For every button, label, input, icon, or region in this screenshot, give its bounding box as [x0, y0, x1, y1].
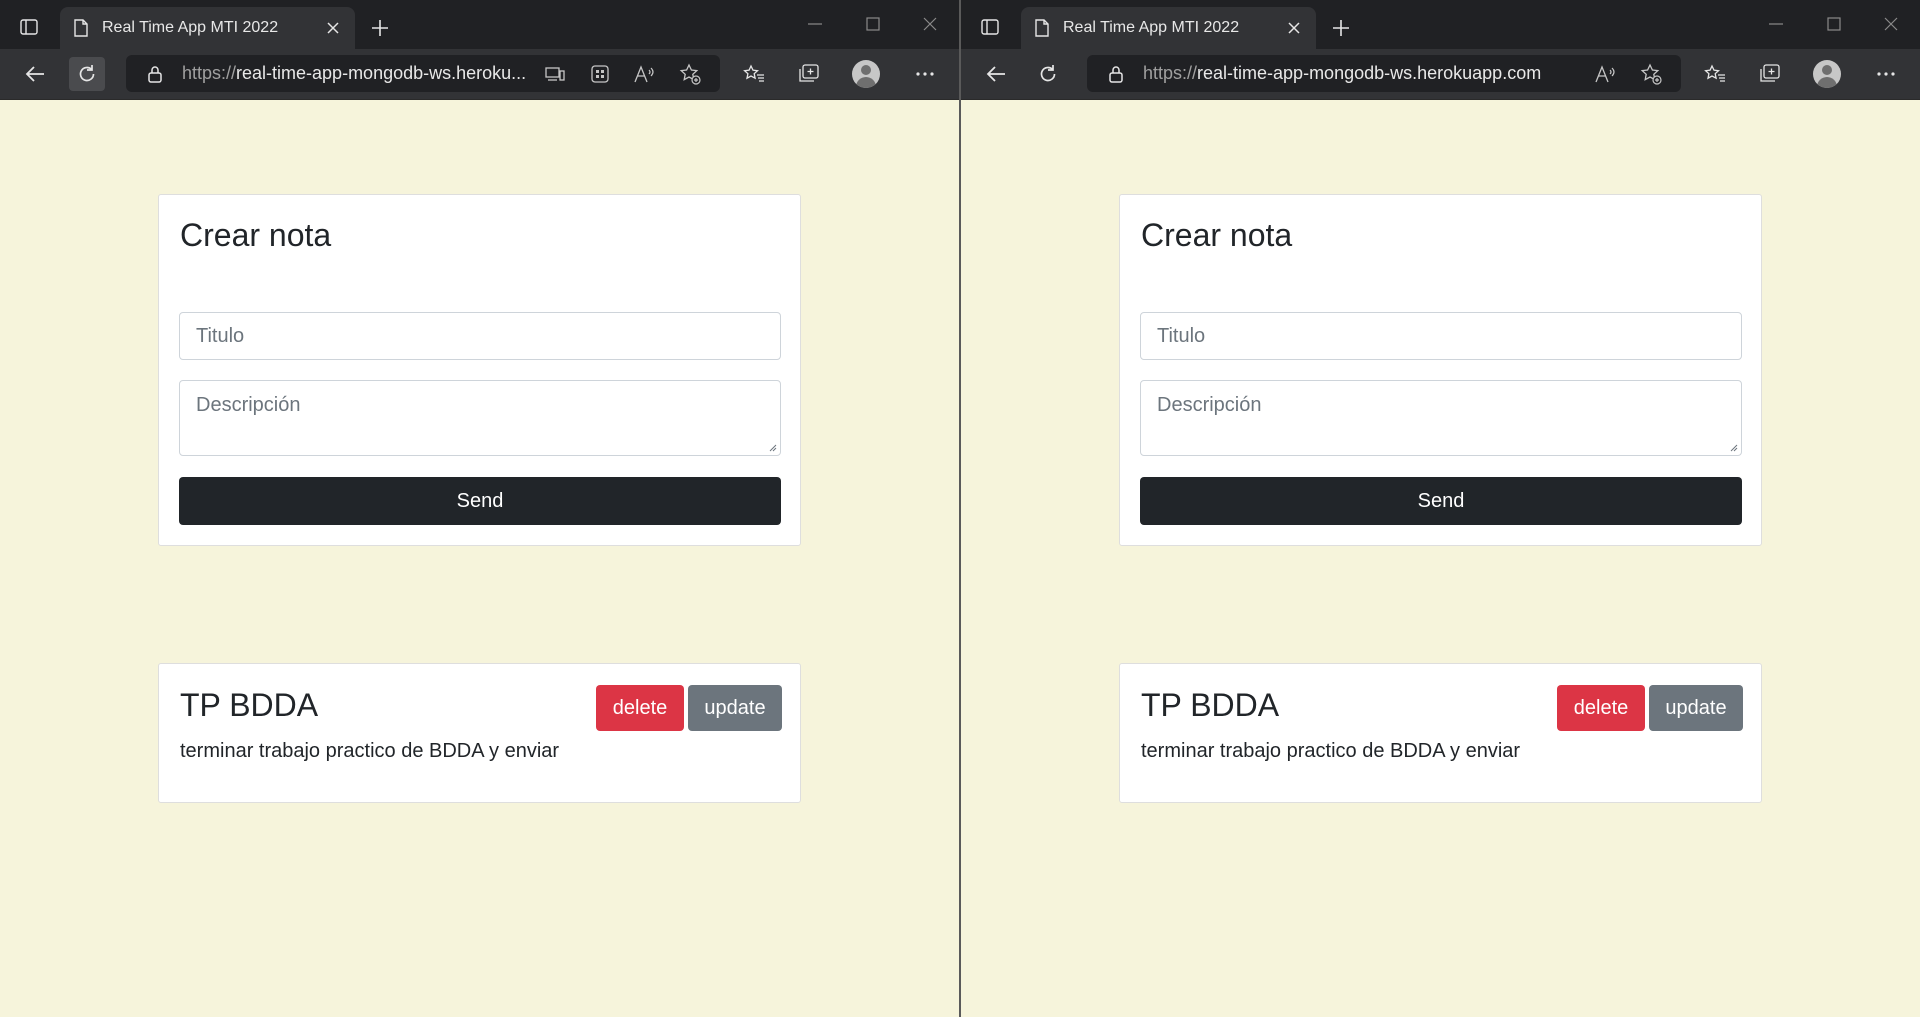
note-title: TP BDDA [180, 687, 319, 723]
lock-icon[interactable] [148, 65, 162, 83]
send-button[interactable]: Send [1140, 477, 1742, 525]
page-viewport: Crear nota Titulo Descripción Send TP BD… [961, 100, 1920, 1017]
browser-tab[interactable]: Real Time App MTI 2022 [1021, 7, 1316, 49]
title-input[interactable]: Titulo [1140, 312, 1742, 360]
add-favorite-icon[interactable] [1638, 61, 1664, 87]
add-favorite-icon[interactable] [677, 61, 703, 87]
tab-title: Real Time App MTI 2022 [1063, 19, 1240, 36]
url-text: https://real-time-app-mongodb-ws.heroku.… [182, 63, 527, 83]
close-icon[interactable] [319, 14, 347, 42]
form-title: Crear nota [1141, 217, 1293, 253]
favorites-icon[interactable] [1697, 57, 1733, 91]
send-button[interactable]: Send [179, 477, 781, 525]
tab-title: Real Time App MTI 2022 [102, 19, 279, 36]
address-bar[interactable]: https://real-time-app-mongodb-ws.herokua… [1087, 55, 1681, 92]
apps-icon[interactable] [587, 61, 613, 87]
window-close-icon[interactable] [1871, 10, 1911, 38]
description-textarea[interactable]: Descripción [1140, 380, 1742, 456]
window-close-icon[interactable] [910, 10, 950, 38]
back-arrow-icon[interactable] [978, 57, 1014, 91]
delete-button[interactable]: delete [596, 685, 684, 731]
url-text: https://real-time-app-mongodb-ws.herokua… [1143, 63, 1542, 83]
collections-icon[interactable] [1752, 57, 1788, 91]
more-icon[interactable] [907, 57, 943, 91]
minimize-icon[interactable] [795, 10, 835, 38]
browser-toolbar: https://real-time-app-mongodb-ws.herokua… [961, 49, 1920, 100]
tab-actions-icon[interactable] [977, 14, 1003, 40]
browser-window-left: Real Time App MTI 2022 https://real-time… [0, 0, 959, 1017]
resize-grip-icon[interactable] [767, 442, 777, 452]
create-note-card: Crear nota Titulo Descripción Send [1119, 194, 1762, 546]
update-button[interactable]: update [1649, 685, 1743, 731]
note-title: TP BDDA [1141, 687, 1280, 723]
delete-button[interactable]: delete [1557, 685, 1645, 731]
note-card: TP BDDA terminar trabajo practico de BDD… [1119, 663, 1762, 803]
profile-icon[interactable] [1813, 60, 1841, 88]
tab-strip: Real Time App MTI 2022 [961, 0, 1920, 49]
refresh-icon[interactable] [1030, 57, 1066, 91]
page-viewport: Crear nota Titulo Descripción Send TP BD… [0, 100, 959, 1017]
browser-toolbar: https://real-time-app-mongodb-ws.heroku.… [0, 49, 959, 100]
description-placeholder: Descripción [196, 394, 301, 416]
collections-icon[interactable] [791, 57, 827, 91]
more-icon[interactable] [1868, 57, 1904, 91]
maximize-icon[interactable] [1814, 10, 1854, 38]
description-placeholder: Descripción [1157, 394, 1262, 416]
note-description: terminar trabajo practico de BDDA y envi… [180, 740, 560, 762]
title-input[interactable]: Titulo [179, 312, 781, 360]
create-note-card: Crear nota Titulo Descripción Send [158, 194, 801, 546]
maximize-icon[interactable] [853, 10, 893, 38]
browser-tab[interactable]: Real Time App MTI 2022 [60, 7, 355, 49]
close-icon[interactable] [1280, 14, 1308, 42]
description-textarea[interactable]: Descripción [179, 380, 781, 456]
note-card: TP BDDA terminar trabajo practico de BDD… [158, 663, 801, 803]
favorites-icon[interactable] [736, 57, 772, 91]
form-title: Crear nota [180, 217, 332, 253]
app-available-icon[interactable] [542, 61, 568, 87]
note-description: terminar trabajo practico de BDDA y envi… [1141, 740, 1521, 762]
page-icon [74, 19, 88, 37]
plus-icon[interactable] [366, 14, 394, 42]
plus-icon[interactable] [1327, 14, 1355, 42]
page-icon [1035, 19, 1049, 37]
read-aloud-icon[interactable] [1593, 61, 1619, 87]
tab-strip: Real Time App MTI 2022 [0, 0, 959, 49]
minimize-icon[interactable] [1756, 10, 1796, 38]
update-button[interactable]: update [688, 685, 782, 731]
back-arrow-icon[interactable] [17, 57, 53, 91]
read-aloud-icon[interactable] [632, 61, 658, 87]
address-bar[interactable]: https://real-time-app-mongodb-ws.heroku.… [126, 55, 720, 92]
tab-actions-icon[interactable] [16, 14, 42, 40]
profile-icon[interactable] [852, 60, 880, 88]
browser-window-right: Real Time App MTI 2022 https://real-time… [961, 0, 1920, 1017]
lock-icon[interactable] [1109, 65, 1123, 83]
refresh-icon[interactable] [69, 57, 105, 91]
resize-grip-icon[interactable] [1728, 442, 1738, 452]
